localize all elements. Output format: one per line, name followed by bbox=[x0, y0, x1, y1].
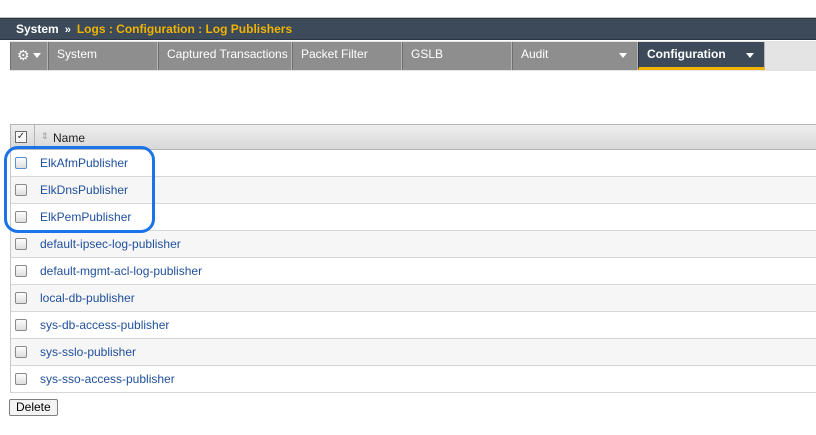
table-body: ElkAfmPublisher ElkDnsPublisher ElkPemPubl… bbox=[10, 150, 816, 393]
tab-packet-filter[interactable]: Packet Filter bbox=[292, 42, 402, 70]
chevron-down-icon bbox=[619, 53, 627, 58]
tab-configuration[interactable]: Configuration bbox=[638, 42, 765, 70]
publisher-link[interactable]: sys-sslo-publisher bbox=[40, 345, 136, 359]
tab-captured-transactions[interactable]: Captured Transactions bbox=[158, 42, 292, 70]
breadcrumb: System » Logs : Configuration : Log Publis… bbox=[0, 18, 816, 40]
chevron-down-icon bbox=[746, 53, 754, 58]
publisher-link[interactable]: ElkPemPublisher bbox=[40, 210, 131, 224]
tab-system[interactable]: System bbox=[48, 42, 158, 70]
table-row: ElkPemPublisher bbox=[10, 204, 816, 231]
table-row: local-db-publisher bbox=[10, 285, 816, 312]
column-header-name[interactable]: Name bbox=[53, 131, 85, 145]
gear-icon: ⚙ bbox=[17, 47, 30, 63]
table-header: ✓ ⇕ Name bbox=[10, 124, 816, 150]
row-checkbox[interactable] bbox=[15, 292, 27, 304]
delete-button[interactable]: Delete bbox=[9, 399, 58, 416]
top-strip bbox=[0, 0, 816, 18]
publisher-link[interactable]: ElkAfmPublisher bbox=[40, 156, 128, 170]
publisher-link[interactable]: sys-db-access-publisher bbox=[40, 318, 169, 332]
chevron-down-icon bbox=[33, 53, 41, 58]
publisher-link[interactable]: local-db-publisher bbox=[40, 291, 135, 305]
tab-bar: ⚙ System Captured Transactions Packet Fi… bbox=[10, 41, 816, 71]
tab-audit[interactable]: Audit bbox=[512, 42, 638, 70]
publishers-table: ✓ ⇕ Name ElkAfmPublisher ElkDnsPublisher E… bbox=[10, 124, 816, 393]
row-checkbox[interactable] bbox=[15, 157, 27, 169]
breadcrumb-separator: » bbox=[64, 24, 71, 36]
publisher-link[interactable]: default-ipsec-log-publisher bbox=[40, 237, 181, 251]
table-row: sys-sso-access-publisher bbox=[10, 366, 816, 393]
tab-configuration-label: Configuration bbox=[647, 47, 726, 61]
row-checkbox[interactable] bbox=[15, 265, 27, 277]
row-checkbox[interactable] bbox=[15, 184, 27, 196]
row-checkbox[interactable] bbox=[15, 319, 27, 331]
table-row: default-ipsec-log-publisher bbox=[10, 231, 816, 258]
table-row: ElkAfmPublisher bbox=[10, 150, 816, 177]
table-row: sys-sslo-publisher bbox=[10, 339, 816, 366]
gear-menu-button[interactable]: ⚙ bbox=[10, 42, 48, 70]
row-checkbox[interactable] bbox=[15, 346, 27, 358]
publisher-link[interactable]: default-mgmt-acl-log-publisher bbox=[40, 264, 202, 278]
publisher-link[interactable]: sys-sso-access-publisher bbox=[40, 372, 175, 386]
row-checkbox[interactable] bbox=[15, 238, 27, 250]
tab-audit-label: Audit bbox=[521, 47, 549, 61]
row-checkbox[interactable] bbox=[15, 373, 27, 385]
row-checkbox[interactable] bbox=[15, 211, 27, 223]
table-row: sys-db-access-publisher bbox=[10, 312, 816, 339]
header-divider bbox=[34, 125, 35, 150]
breadcrumb-system[interactable]: System bbox=[16, 22, 59, 36]
select-all-checkbox[interactable]: ✓ bbox=[15, 131, 27, 143]
sort-icon[interactable]: ⇕ bbox=[41, 131, 49, 142]
table-row: default-mgmt-acl-log-publisher bbox=[10, 258, 816, 285]
tab-gslb[interactable]: GSLB bbox=[402, 42, 512, 70]
publisher-link[interactable]: ElkDnsPublisher bbox=[40, 183, 128, 197]
breadcrumb-path: Logs : Configuration : Log Publishers bbox=[76, 22, 293, 36]
table-row: ElkDnsPublisher bbox=[10, 177, 816, 204]
